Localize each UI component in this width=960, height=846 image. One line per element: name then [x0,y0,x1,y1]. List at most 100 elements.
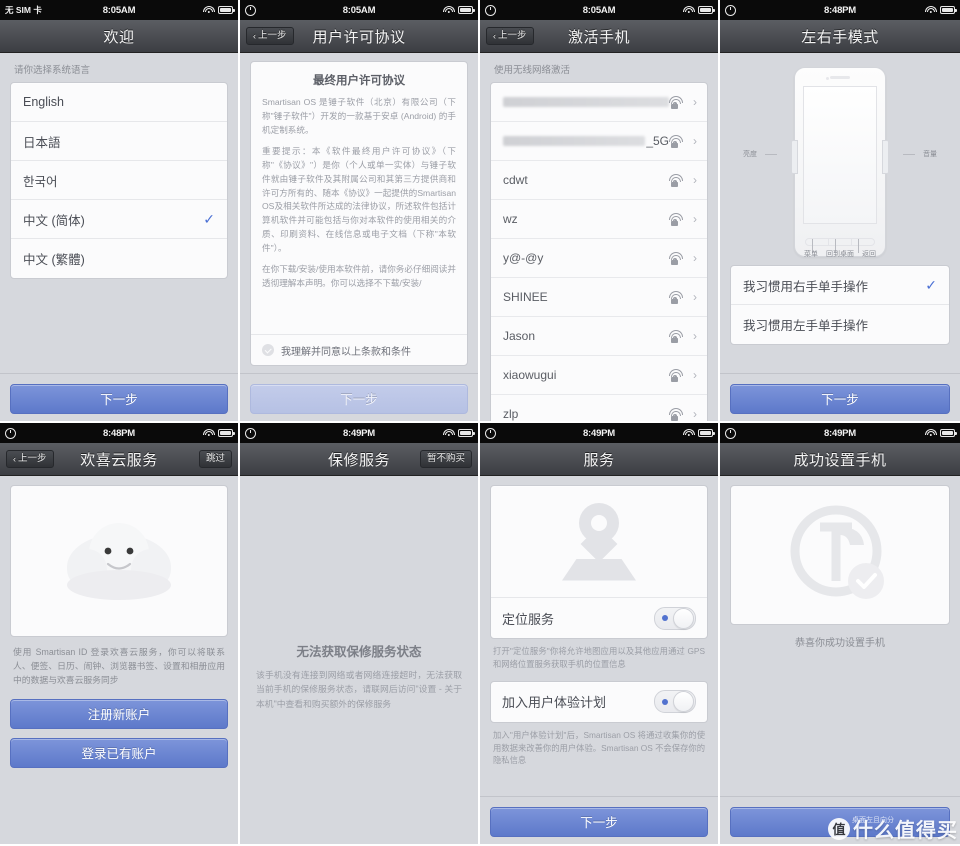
next-button[interactable]: 下一步 [10,384,228,414]
wifi-ssid: Jason [503,329,536,343]
page-title: 成功设置手机 [793,451,887,469]
cloud-mascot-icon [67,523,171,600]
wifi-icon [682,5,695,15]
nav-bar: 成功设置手机 [720,443,960,476]
back-button[interactable]: ‹ 上一步 [486,27,534,45]
success-caption: 恭喜你成功设置手机 [795,638,885,649]
chevron-left-icon: ‹ [493,30,496,41]
wifi-row[interactable]: SHINEE › [491,278,707,317]
language-label: 中文 (简体) [23,213,85,228]
next-button[interactable]: 下一步 [730,384,950,414]
footer-bar: 下一步 [480,796,718,844]
nav-bar: 左右手模式 [720,20,960,53]
register-button[interactable]: 注册新账户 [10,699,228,730]
list-item[interactable]: 日本語 [11,122,227,161]
wifi-row[interactable]: Jason › [491,317,707,356]
wifi-icon [924,428,937,438]
leader-line-right [903,154,915,155]
location-pin-icon [562,502,636,581]
wifi-row[interactable]: › [491,83,707,122]
check-icon: ✓ [925,276,937,293]
status-bar: 8:48PM [0,423,238,443]
wifi-row[interactable]: y@-@y › [491,239,707,278]
next-button[interactable]: 下一步 [490,807,708,837]
agree-label: 我理解并同意以上条款和条件 [281,346,411,358]
handedness-label: 我习惯用右手单手操作 [743,279,869,294]
wifi-signal-secure-icon [669,213,684,226]
list-item[interactable]: English [11,83,227,122]
battery-icon [218,428,235,438]
wifi-row[interactable]: _5G › [491,122,707,161]
back-button[interactable]: ‹ 上一步 [6,450,54,468]
battery-icon [218,5,235,15]
agree-row[interactable]: 我理解并同意以上条款和条件 [251,334,467,365]
chevron-left-icon: ‹ [253,30,256,41]
phone-screen-activate: 8:05AM ‹ 上一步 激活手机 使用无线网络激活 › _5G › cdwt … [480,0,720,423]
eula-heading: 最终用户许可协议 [313,75,405,87]
agree-checkbox-icon[interactable] [262,344,274,356]
screenshot-grid: 无 SIM 卡 8:05AM 欢迎 请你选择系统语言 English 日本語 한… [0,0,960,846]
ux-program-card: 加入用户体验计划 [490,680,708,723]
skip-purchase-button[interactable]: 暂不购买 [419,450,472,468]
wifi-signal-secure-icon [669,135,684,148]
wifi-signal-secure-icon [669,291,684,304]
login-button[interactable]: 登录已有账户 [10,738,228,769]
chevron-right-icon: › [693,368,697,382]
wifi-row[interactable]: zlp › [491,395,707,421]
eula-scroll-area[interactable]: 最终用户许可协议 Smartisan OS 是锤子软件（北京）有限公司（下称"锤… [251,62,467,334]
location-toggle-row[interactable]: 定位服务 [491,598,707,638]
wifi-row[interactable]: cdwt › [491,161,707,200]
status-indicators [924,5,957,15]
list-item[interactable]: 中文 (繁體) [11,239,227,278]
volume-key-icon [882,140,889,174]
skip-button[interactable]: 跳过 [198,450,232,468]
phone-diagram: 亮度 音量 菜单 回到桌面 返回 [720,53,960,265]
chevron-right-icon: › [693,134,697,148]
status-bar: 8:05AM [480,0,718,20]
list-item[interactable]: 中文 (简体) ✓ [11,200,227,239]
wifi-icon [924,5,937,15]
list-item[interactable]: 한국어 [11,161,227,200]
location-label: 定位服务 [502,611,555,627]
chevron-right-icon: › [693,173,697,187]
list-item[interactable]: 我习惯用右手单手操作 ✓ [731,266,949,305]
list-item[interactable]: 我习惯用左手单手操作 [731,305,949,344]
nav-bar: ‹ 上一步 用户许可协议 [240,20,478,53]
phone-screen-welcome: 无 SIM 卡 8:05AM 欢迎 请你选择系统语言 English 日本語 한… [0,0,240,423]
language-label: 中文 (繁體) [23,253,85,267]
cloud-illustration-card [10,485,228,637]
capacitive-keys [805,238,875,246]
next-button[interactable]: 下一步 [250,384,468,414]
next-button[interactable] [730,807,950,837]
wifi-row[interactable]: xiaowugui › [491,356,707,395]
wifi-ssid-blurred [503,97,669,107]
wifi-row[interactable]: wz › [491,200,707,239]
phone-screen-warranty: 8:49PM 保修服务 暂不购买 无法获取保修服务状态 该手机没有连接到网络或者… [240,423,480,846]
nav-bar: 保修服务 暂不购买 [240,443,478,476]
status-indicators [202,428,235,438]
wifi-ssid: cdwt [503,173,528,187]
status-bar: 8:49PM [240,423,478,443]
success-illustration-card [730,485,950,625]
status-bar: 8:49PM [720,423,960,443]
nav-bar: ‹ 上一步 激活手机 [480,20,718,53]
battery-icon [940,5,957,15]
wifi-ssid [503,97,669,107]
page-title: 欢迎 [103,28,135,46]
footer-bar: 下一步 [0,373,238,421]
section-label: 请你选择系统语言 [14,65,91,76]
screen-body: 无法获取保修服务状态 该手机没有连接到网络或者网络连接超时，无法获取当前手机的保… [240,476,478,844]
eula-paragraph: Smartisan OS 是锤子软件（北京）有限公司（下称"锤子软件"）开发的一… [262,97,456,135]
eula-card: 最终用户许可协议 Smartisan OS 是锤子软件（北京）有限公司（下称"锤… [250,61,468,366]
ux-toggle-row[interactable]: 加入用户体验计划 [491,682,707,722]
back-label: 上一步 [258,30,287,42]
brightness-label: 亮度 [743,151,757,158]
brightness-key-icon [791,140,798,174]
location-illustration [491,486,707,598]
screen-body: 定位服务 打开"定位服务"你将允许地图应用以及其他应用通过 GPS 和网络位置服… [480,476,718,844]
location-toggle[interactable] [654,606,696,630]
ux-toggle[interactable] [654,690,696,714]
screen-body: 亮度 音量 菜单 回到桌面 返回 我习惯用右手单手操作 ✓ 我习惯用左手单手操作 … [720,53,960,421]
home-key-label: 回到桌面 [826,251,854,258]
back-button[interactable]: ‹ 上一步 [246,27,294,45]
